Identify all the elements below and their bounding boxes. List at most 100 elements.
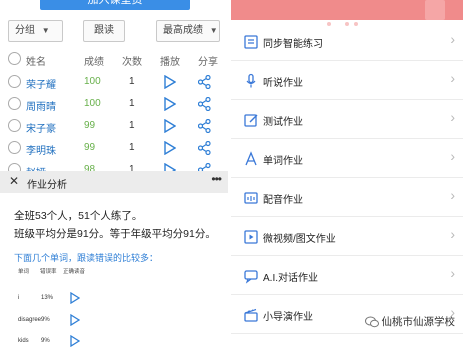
share-icon[interactable]	[198, 97, 211, 111]
col-name: 姓名	[26, 57, 46, 68]
student-count: 1	[129, 98, 135, 109]
menu-item-test[interactable]: 测试作业 ›	[231, 100, 463, 139]
student-name[interactable]: 李明珠	[26, 142, 56, 157]
share-icon[interactable]	[198, 141, 211, 155]
student-count: 1	[129, 120, 135, 131]
student-name[interactable]: 宋子豪	[26, 120, 56, 135]
best-score-label: 最高成绩	[163, 25, 203, 36]
col-share: 分享	[198, 57, 218, 68]
watermark: 仙桃市仙源学校	[364, 314, 456, 329]
table-row: 李明珠 99 1	[0, 140, 228, 158]
student-score: 99	[84, 120, 96, 131]
book-icon	[243, 34, 259, 50]
word-error-rate: 9%	[41, 338, 50, 344]
word-error-rate: 13%	[41, 295, 54, 301]
play-icon[interactable]	[164, 141, 176, 155]
chevron-right-icon: ›	[450, 109, 455, 125]
join-classroom-button[interactable]: 加入课堂资	[40, 0, 190, 10]
table-row: 宋子豪 99 1	[0, 118, 228, 136]
watermark-text: 仙桃市仙源学校	[381, 316, 456, 328]
student-score: 100	[84, 76, 101, 87]
error-words-hint: 下面几个单词，跟读错误的比较多：	[14, 253, 159, 263]
menu-item-micro-video[interactable]: 微视频/图文作业 ›	[231, 217, 463, 256]
col-score: 成绩	[84, 57, 104, 68]
video-icon	[243, 229, 259, 245]
menu-item-dubbing[interactable]: 配音作业 ›	[231, 178, 463, 217]
microphone-icon	[243, 73, 259, 89]
col-word: 单词	[18, 269, 30, 275]
play-icon[interactable]	[164, 119, 176, 133]
word-row: kids 9%	[0, 334, 228, 347]
homework-analysis-sheet: ✕ 作业分析 ••• 全班53个人，51个人练了。 班级平均分是91分。等于年级…	[0, 171, 228, 347]
word-text: disagree	[18, 317, 42, 323]
director-icon	[243, 307, 259, 323]
edit-icon	[243, 112, 259, 128]
menu-item-label: 同步智能练习	[263, 39, 323, 50]
table-row: 荣子耀 100 1	[0, 74, 228, 92]
chevron-right-icon: ›	[450, 31, 455, 47]
menu-item-label: A.I.对话作业	[263, 273, 319, 284]
play-icon[interactable]	[70, 291, 81, 306]
close-icon[interactable]: ✕	[9, 174, 19, 188]
menu-item-ai-dialogue[interactable]: A.I.对话作业 ›	[231, 256, 463, 295]
student-score: 99	[84, 142, 96, 153]
word-text: i	[18, 295, 20, 301]
play-icon[interactable]	[164, 97, 176, 111]
menu-item-label: 测试作业	[263, 117, 303, 128]
average-score-summary: 班级平均分是91分。等于年级平均分91分。	[14, 228, 216, 240]
chevron-right-icon: ›	[450, 265, 455, 281]
participation-summary: 全班53个人，51个人练了。	[14, 210, 143, 222]
col-correct-pronunciation: 正确读音	[63, 269, 86, 275]
student-name[interactable]: 荣子耀	[26, 76, 56, 91]
menu-item-label: 配音作业	[263, 195, 303, 206]
wechat-icon	[364, 316, 379, 328]
menu-item-label: 微视频/图文作业	[263, 234, 336, 245]
play-icon[interactable]	[164, 75, 176, 89]
analysis-title-bar: ✕ 作业分析 •••	[0, 171, 228, 193]
col-play: 播放	[160, 57, 180, 68]
group-dropdown[interactable]: 分组 ▼	[8, 20, 63, 42]
chevron-right-icon: ›	[450, 70, 455, 86]
student-name[interactable]: 周雨晴	[26, 98, 56, 113]
follow-read-label: 跟读	[94, 25, 114, 36]
filter-bar: 分组 ▼ 跟读 最高成绩 ▼	[0, 20, 228, 44]
chevron-right-icon: ›	[450, 226, 455, 242]
letter-a-icon	[243, 151, 259, 167]
word-text: kids	[18, 338, 29, 344]
play-icon[interactable]	[70, 334, 81, 347]
menu-item-label: 听说作业	[263, 78, 303, 89]
student-table-header: 姓名 成绩 次数 播放 分享	[0, 52, 228, 68]
menu-item-listening-speaking[interactable]: 听说作业 ›	[231, 61, 463, 100]
group-dropdown-label: 分组	[15, 25, 35, 36]
student-count: 1	[129, 76, 135, 87]
col-count: 次数	[122, 57, 142, 68]
class-report-panel: 加入课堂资 分组 ▼ 跟读 最高成绩 ▼ 姓名 成绩 次数 播放 分享 荣子耀 …	[0, 0, 228, 347]
best-score-dropdown[interactable]: 最高成绩 ▼	[156, 20, 220, 42]
banner-carousel[interactable]	[231, 0, 463, 26]
student-score: 100	[84, 98, 101, 109]
share-icon[interactable]	[198, 119, 211, 133]
word-row: i 13%	[0, 291, 228, 306]
homework-type-menu-panel: 同步智能练习 › 听说作业 › 测试作业 › 单词作业 › 配音作业 › 微视频…	[231, 0, 463, 347]
menu-item-sync-practice[interactable]: 同步智能练习 ›	[231, 22, 463, 61]
chevron-right-icon: ›	[450, 148, 455, 164]
more-options-icon[interactable]: •••	[211, 172, 222, 186]
banner-illustration	[425, 0, 445, 20]
caret-down-icon: ▼	[41, 26, 50, 35]
analysis-title: 作业分析	[27, 180, 67, 191]
play-icon[interactable]	[70, 313, 81, 328]
chevron-right-icon: ›	[450, 187, 455, 203]
col-error-rate: 错误率	[40, 269, 57, 275]
caret-down-icon: ▼	[209, 26, 218, 35]
menu-item-label: 小导演作业	[263, 312, 313, 323]
student-count: 1	[129, 142, 135, 153]
chat-icon	[243, 268, 259, 284]
word-row: disagree 9%	[0, 313, 228, 328]
table-row: 周雨晴 100 1	[0, 96, 228, 114]
dubbing-icon	[243, 190, 259, 206]
menu-item-label: 单词作业	[263, 156, 303, 167]
word-error-rate: 9%	[41, 317, 50, 323]
share-icon[interactable]	[198, 75, 211, 89]
menu-item-vocabulary[interactable]: 单词作业 ›	[231, 139, 463, 178]
follow-read-filter[interactable]: 跟读	[83, 20, 125, 42]
